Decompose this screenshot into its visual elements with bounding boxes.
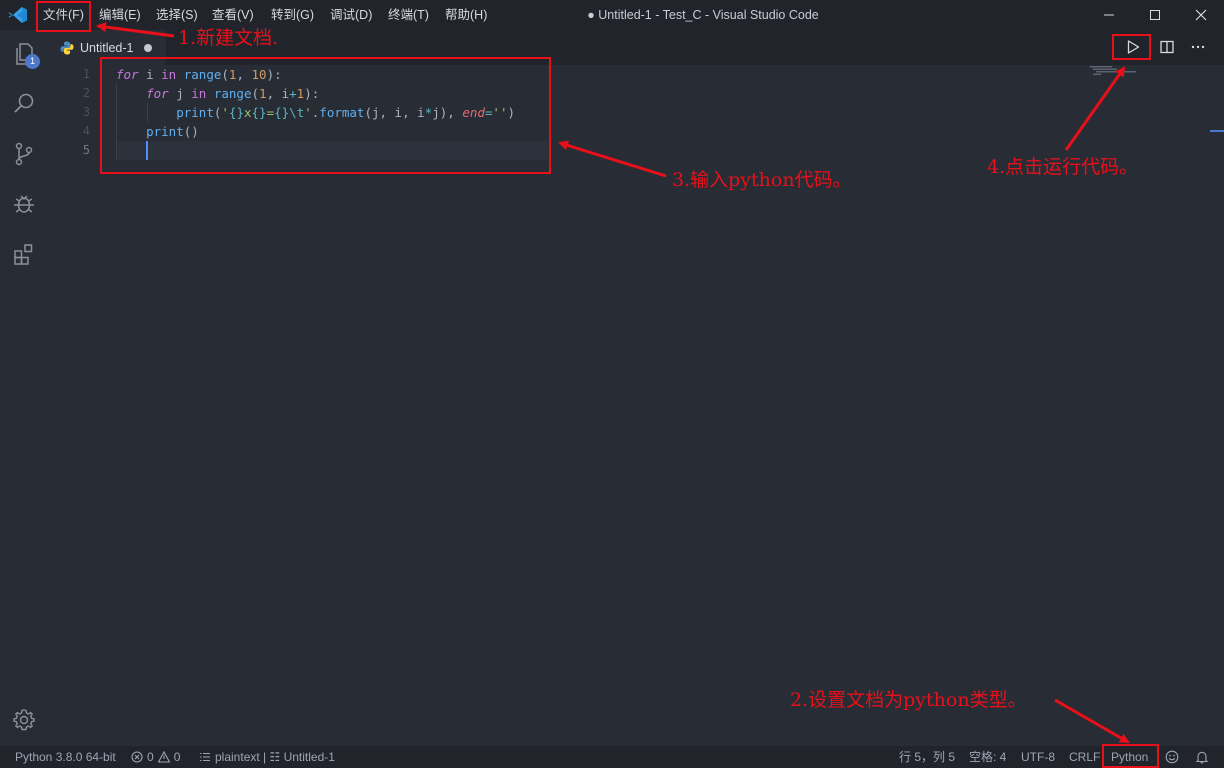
annotation-step3: 3.输入python代码。 bbox=[672, 169, 852, 191]
line-number: 1 bbox=[82, 67, 90, 81]
status-indentation[interactable]: 空格: 4 bbox=[969, 746, 1006, 768]
search-button[interactable] bbox=[0, 80, 48, 128]
menu-debug[interactable]: 调试(D) bbox=[330, 0, 372, 30]
manage-button[interactable] bbox=[0, 696, 48, 744]
line-number: 5 bbox=[82, 143, 90, 157]
source-control-button[interactable] bbox=[0, 130, 48, 178]
maximize-icon bbox=[1150, 10, 1160, 20]
close-icon bbox=[1195, 9, 1207, 21]
status-bar: Python 3.8.0 64-bit 0 0 plaintext | ☷ Un… bbox=[0, 746, 1224, 768]
outline-text: plaintext | ☷ Untitled-1 bbox=[215, 750, 335, 764]
python-icon bbox=[60, 41, 74, 54]
window-title: ● Untitled-1 - Test_C - Visual Studio Co… bbox=[587, 8, 819, 22]
warning-icon bbox=[157, 751, 170, 763]
list-icon bbox=[200, 752, 210, 762]
line-number: 2 bbox=[82, 86, 90, 100]
status-encoding[interactable]: UTF-8 bbox=[1021, 746, 1055, 768]
debug-button[interactable] bbox=[0, 180, 48, 228]
split-editor-button[interactable] bbox=[1152, 33, 1182, 61]
debug-icon bbox=[14, 195, 34, 213]
notifications-button[interactable] bbox=[1195, 746, 1209, 768]
extensions-icon bbox=[14, 244, 33, 265]
line-number: 3 bbox=[82, 105, 90, 119]
settings-gear-icon bbox=[13, 709, 35, 731]
feedback-button[interactable] bbox=[1165, 746, 1179, 768]
split-editor-icon bbox=[1160, 40, 1174, 54]
status-problems[interactable]: 0 0 bbox=[131, 746, 180, 768]
explorer-badge: 1 bbox=[25, 54, 40, 69]
bell-icon bbox=[1195, 751, 1209, 764]
explorer-button[interactable]: 1 bbox=[0, 30, 48, 78]
error-count: 0 bbox=[147, 750, 154, 764]
line-number: 4 bbox=[82, 124, 90, 138]
menu-edit[interactable]: 编辑(E) bbox=[99, 0, 141, 30]
status-cursor-position[interactable]: 行 5，列 5 bbox=[899, 746, 955, 768]
menu-help[interactable]: 帮助(H) bbox=[445, 0, 487, 30]
vscode-logo-icon bbox=[8, 7, 27, 23]
unsaved-dot-icon[interactable] bbox=[143, 43, 152, 52]
highlight-box-language bbox=[1102, 744, 1159, 768]
highlight-box-file-menu bbox=[36, 1, 91, 32]
tab-label: Untitled-1 bbox=[80, 40, 134, 55]
more-actions-button[interactable] bbox=[1183, 33, 1213, 61]
ellipsis-icon bbox=[1191, 45, 1205, 49]
activity-bar: 1 bbox=[0, 30, 48, 746]
highlight-box-run-button bbox=[1112, 34, 1151, 60]
annotation-step4: 4.点击运行代码。 bbox=[987, 156, 1139, 178]
status-eol[interactable]: CRLF bbox=[1069, 746, 1100, 768]
menu-terminal[interactable]: 终端(T) bbox=[388, 0, 429, 30]
highlight-box-code bbox=[100, 57, 551, 174]
search-icon bbox=[14, 93, 34, 113]
annotation-step1: 1.新建文档. bbox=[178, 27, 279, 49]
status-outline[interactable]: plaintext | ☷ Untitled-1 bbox=[199, 746, 335, 768]
scrollbar-cursor-marker bbox=[1210, 130, 1224, 132]
status-interpreter[interactable]: Python 3.8.0 64-bit bbox=[15, 746, 116, 768]
smiley-icon bbox=[1165, 750, 1179, 764]
annotation-step2: 2.设置文档为python类型。 bbox=[790, 689, 1027, 711]
close-button[interactable] bbox=[1178, 0, 1224, 30]
source-control-icon bbox=[15, 142, 33, 166]
minimap[interactable] bbox=[1090, 65, 1210, 75]
minimize-icon bbox=[1104, 14, 1114, 16]
warning-count: 0 bbox=[173, 750, 181, 764]
error-icon bbox=[131, 751, 143, 763]
extensions-button[interactable] bbox=[0, 230, 48, 278]
minimize-button[interactable] bbox=[1086, 0, 1132, 30]
maximize-button[interactable] bbox=[1132, 0, 1178, 30]
